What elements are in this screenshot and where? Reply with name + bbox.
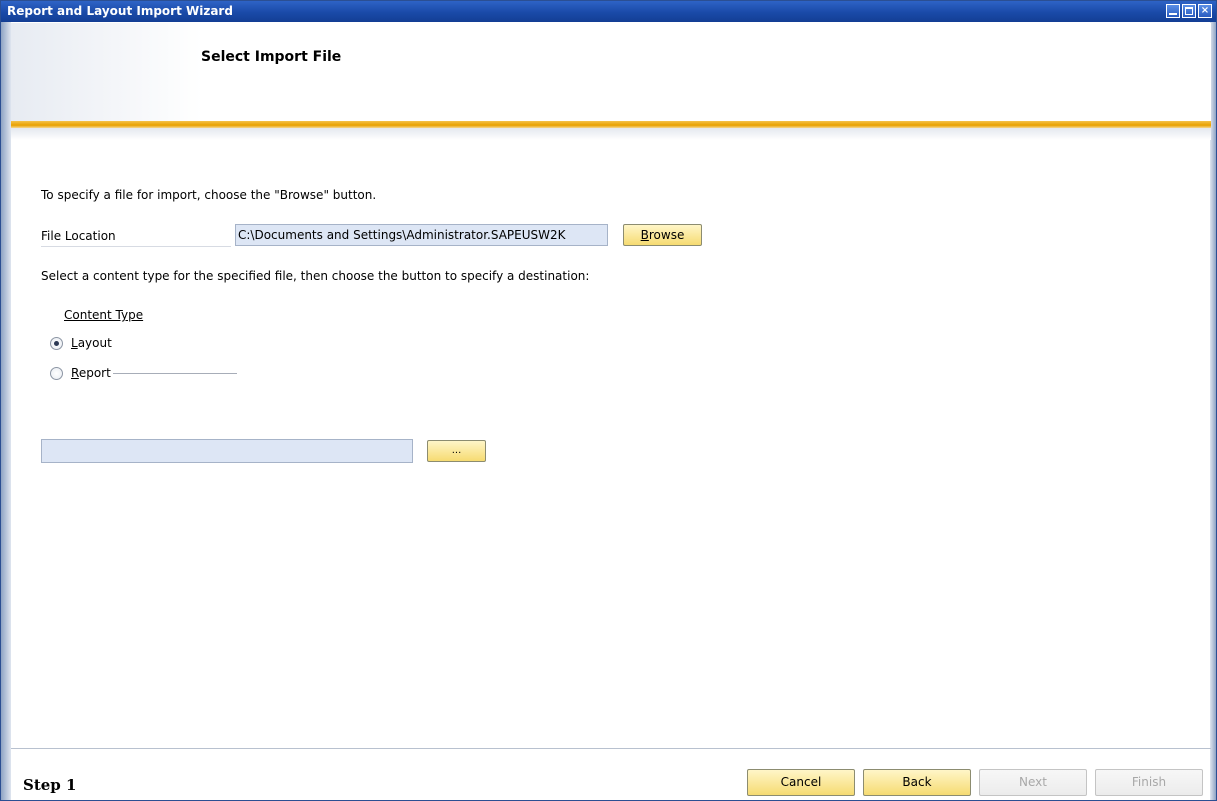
- left-edge-decoration: [1, 22, 11, 800]
- browse-label-rest: rowse: [648, 228, 685, 242]
- step-indicator: Step 1: [23, 776, 77, 794]
- radio-layout-label: Layout: [71, 336, 112, 350]
- report-divider: [113, 373, 237, 374]
- file-location-field[interactable]: C:\Documents and Settings\Administrator.…: [235, 224, 608, 246]
- next-button[interactable]: Next: [979, 769, 1087, 796]
- footer-divider: [11, 748, 1211, 749]
- radio-report-row[interactable]: Report: [50, 366, 111, 380]
- file-location-underline: [41, 246, 231, 247]
- report-label-rest: eport: [78, 366, 111, 380]
- browse-instruction: To specify a file for import, choose the…: [41, 188, 377, 202]
- browse-mnemonic: B: [640, 228, 649, 242]
- maximize-icon[interactable]: [1182, 4, 1196, 18]
- destination-browse-button[interactable]: ...: [427, 440, 486, 462]
- window-title: Report and Layout Import Wizard: [7, 4, 233, 18]
- header-shadow: [11, 128, 1211, 140]
- close-icon[interactable]: ×: [1198, 4, 1212, 18]
- content-type-title: Content Type: [64, 308, 144, 322]
- radio-report-label: Report: [71, 366, 111, 380]
- back-button[interactable]: Back: [863, 769, 971, 796]
- report-mnemonic: R: [71, 366, 79, 380]
- destination-field[interactable]: [41, 439, 413, 463]
- wizard-header: Select Import File: [11, 23, 1211, 121]
- header-accent-line: [11, 121, 1211, 128]
- page-title: Select Import File: [201, 49, 342, 65]
- radio-report[interactable]: [50, 366, 63, 380]
- browse-button[interactable]: Browse: [623, 224, 702, 246]
- finish-button[interactable]: Finish: [1095, 769, 1203, 796]
- radio-layout[interactable]: [50, 336, 63, 350]
- file-location-label: File Location: [41, 229, 116, 243]
- title-bar: Report and Layout Import Wizard ×: [1, 1, 1216, 22]
- content-type-instruction: Select a content type for the specified …: [41, 269, 590, 283]
- layout-mnemonic: L: [71, 336, 78, 350]
- window-controls: ×: [1166, 4, 1212, 18]
- radio-layout-row[interactable]: Layout: [50, 336, 112, 350]
- minimize-icon[interactable]: [1166, 4, 1180, 18]
- layout-label-rest: ayout: [77, 336, 112, 350]
- cancel-button[interactable]: Cancel: [747, 769, 855, 796]
- wizard-window: Report and Layout Import Wizard × Select…: [0, 0, 1217, 801]
